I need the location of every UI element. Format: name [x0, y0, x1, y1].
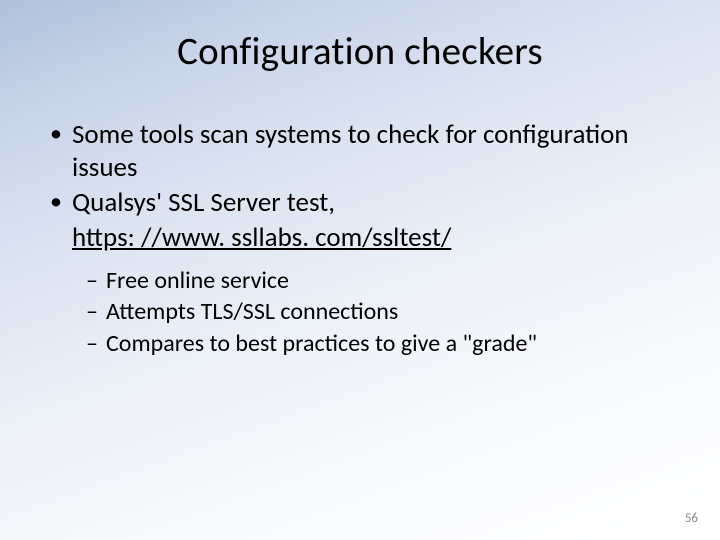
ssl-test-link[interactable]: https: //www. ssllabs. com/ssltest/	[72, 222, 451, 255]
bullet-item: Some tools scan systems to check for con…	[42, 119, 680, 185]
sub-bullet-item: Free online service	[86, 265, 680, 297]
page-number: 56	[685, 511, 698, 526]
slide-title: Configuration checkers	[40, 28, 680, 75]
slide: Configuration checkers Some tools scan s…	[0, 0, 720, 540]
sub-bullet-list: Free online service Attempts TLS/SSL con…	[42, 265, 680, 360]
sub-bullet-item: Compares to best practices to give a "gr…	[86, 328, 680, 360]
slide-content: Some tools scan systems to check for con…	[40, 119, 680, 360]
main-bullet-list: Some tools scan systems to check for con…	[42, 119, 680, 220]
bullet-link-line: https: //www. ssllabs. com/ssltest/	[42, 222, 680, 255]
bullet-item: Qualsys' SSL Server test,	[42, 187, 680, 220]
bullet-text-prefix: Qualsys' SSL Server test,	[72, 186, 335, 219]
sub-bullet-item: Attempts TLS/SSL connections	[86, 296, 680, 328]
